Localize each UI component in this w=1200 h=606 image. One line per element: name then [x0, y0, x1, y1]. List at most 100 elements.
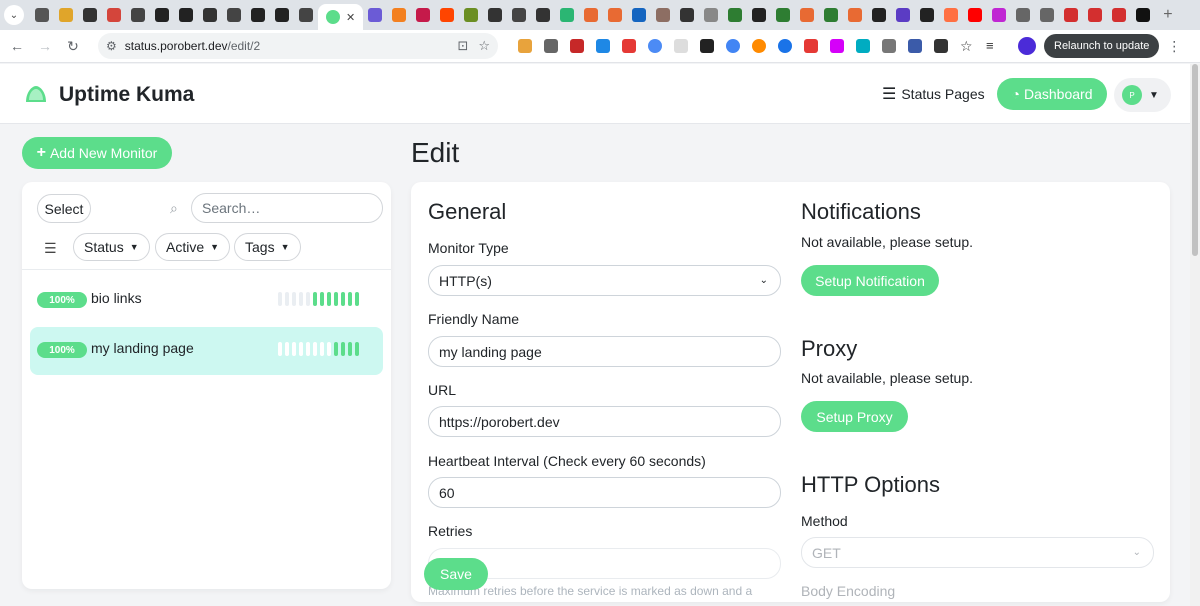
extension-icon[interactable] — [622, 39, 636, 53]
extension-icon[interactable] — [648, 39, 662, 53]
extensions-puzzle-icon[interactable] — [934, 39, 948, 53]
app-title[interactable]: Uptime Kuma — [59, 83, 194, 107]
tab-favicon-icon[interactable] — [59, 8, 73, 22]
tab-favicon-icon[interactable] — [107, 8, 121, 22]
tab-favicon-icon[interactable] — [752, 8, 767, 22]
tab-favicon-icon[interactable] — [1088, 8, 1103, 22]
tab-favicon-icon[interactable] — [251, 8, 265, 22]
extension-icon[interactable] — [544, 39, 558, 53]
tab-favicon-icon[interactable] — [824, 8, 839, 22]
extension-icon[interactable] — [778, 39, 792, 53]
tab-favicon-icon[interactable] — [632, 8, 647, 22]
uptime-kuma-logo-icon[interactable] — [24, 84, 48, 106]
extension-icon[interactable] — [882, 39, 896, 53]
tab-favicon-icon[interactable] — [656, 8, 671, 22]
heartbeat-interval-input[interactable]: 60 — [428, 477, 781, 508]
tags-filter-dropdown[interactable]: Tags ▼ — [234, 233, 301, 261]
tab-favicon-icon[interactable] — [776, 8, 791, 22]
extension-icon[interactable] — [674, 39, 688, 53]
extension-icon[interactable] — [570, 39, 584, 53]
tab-favicon-icon[interactable] — [1016, 8, 1031, 22]
select-button[interactable]: Select — [37, 194, 91, 223]
friendly-name-input[interactable]: my landing page — [428, 336, 781, 367]
address-bar[interactable]: ⚙ status.porobert.dev/edit/2 ⊡ ☆ — [98, 33, 498, 59]
tab-favicon-icon[interactable] — [896, 8, 911, 22]
tab-favicon-icon[interactable] — [848, 8, 863, 22]
tab-favicon-icon[interactable] — [488, 8, 503, 22]
profile-dropdown[interactable]: P ▼ — [1114, 78, 1171, 112]
tab-favicon-icon[interactable] — [920, 8, 935, 22]
extension-icon[interactable] — [830, 39, 844, 53]
tab-favicon-icon[interactable] — [299, 8, 313, 22]
new-tab-icon[interactable]: + — [1163, 6, 1172, 24]
tab-favicon-icon[interactable] — [368, 8, 383, 22]
active-tab[interactable]: ✕ — [318, 4, 364, 30]
tab-favicon-icon[interactable] — [968, 8, 983, 22]
reading-list-icon[interactable]: ≡ — [986, 39, 1000, 53]
dashboard-button[interactable]: ◔ Dashboard — [997, 78, 1107, 110]
extension-icon[interactable] — [908, 39, 922, 53]
tab-favicon-icon[interactable] — [1064, 8, 1079, 22]
tab-favicon-icon[interactable] — [872, 8, 887, 22]
tab-favicon-icon[interactable] — [512, 8, 527, 22]
page-scrollbar[interactable] — [1190, 64, 1200, 606]
url-input[interactable]: https://porobert.dev — [428, 406, 781, 437]
tab-favicon-icon[interactable] — [83, 8, 97, 22]
tab-favicon-icon[interactable] — [227, 8, 241, 22]
tab-favicon-icon[interactable] — [203, 8, 217, 22]
back-arrow-icon[interactable]: ← — [6, 35, 28, 57]
extension-icon[interactable] — [596, 39, 610, 53]
active-filter-dropdown[interactable]: Active ▼ — [155, 233, 231, 261]
tab-favicon-icon[interactable] — [155, 8, 169, 22]
monitor-list-item[interactable]: 100% bio links — [30, 277, 383, 325]
extension-icon[interactable] — [856, 39, 870, 53]
tab-favicon-icon[interactable] — [179, 8, 193, 22]
tab-favicon-icon[interactable] — [680, 8, 695, 22]
bookmarks-star-icon[interactable]: ☆ — [960, 39, 974, 53]
tab-favicon-icon[interactable] — [800, 8, 815, 22]
tab-favicon-icon[interactable] — [584, 8, 599, 22]
extension-icon[interactable] — [518, 39, 532, 53]
tab-close-icon[interactable]: ✕ — [346, 11, 355, 24]
site-info-icon[interactable]: ⚙ — [106, 39, 117, 53]
search-input[interactable] — [191, 193, 383, 223]
tab-favicon-icon[interactable] — [416, 8, 431, 22]
tab-favicon-icon[interactable] — [392, 8, 407, 22]
extension-icon[interactable] — [804, 39, 818, 53]
tab-favicon-icon[interactable] — [1040, 8, 1055, 22]
status-filter-dropdown[interactable]: Status ▼ — [73, 233, 150, 261]
tab-search-button[interactable]: ⌄ — [4, 5, 24, 25]
tab-favicon-icon[interactable] — [992, 8, 1007, 22]
status-pages-link[interactable]: ☰ Status Pages — [882, 84, 985, 104]
extension-icon[interactable] — [700, 39, 714, 53]
tab-favicon-icon[interactable] — [944, 8, 959, 22]
tab-favicon-icon[interactable] — [728, 8, 743, 22]
browser-menu-icon[interactable]: ⋮ — [1167, 38, 1181, 55]
relaunch-button[interactable]: Relaunch to update — [1044, 34, 1160, 58]
save-button[interactable]: Save — [424, 558, 488, 590]
bookmark-star-icon[interactable]: ☆ — [478, 38, 490, 54]
monitor-type-select[interactable]: HTTP(s) ⌄ — [428, 265, 781, 296]
tab-favicon-icon[interactable] — [275, 8, 289, 22]
extension-icon[interactable] — [726, 39, 740, 53]
tab-favicon-icon[interactable] — [536, 8, 551, 22]
tab-favicon-icon[interactable] — [1112, 8, 1127, 22]
reload-icon[interactable]: ↻ — [62, 35, 84, 57]
scrollbar-thumb[interactable] — [1192, 64, 1198, 256]
setup-proxy-button[interactable]: Setup Proxy — [801, 401, 908, 432]
tab-favicon-icon[interactable] — [35, 8, 49, 22]
add-new-monitor-button[interactable]: + Add New Monitor — [22, 137, 172, 169]
tab-favicon-icon[interactable] — [440, 8, 455, 22]
tab-favicon-icon[interactable] — [704, 8, 719, 22]
tab-favicon-icon[interactable] — [1136, 8, 1151, 22]
tab-favicon-icon[interactable] — [464, 8, 479, 22]
setup-notification-button[interactable]: Setup Notification — [801, 265, 939, 296]
forward-arrow-icon[interactable]: → — [34, 35, 56, 57]
tab-favicon-icon[interactable] — [131, 8, 145, 22]
filter-list-icon[interactable]: ☰ — [44, 240, 57, 257]
browser-profile-icon[interactable] — [1018, 37, 1036, 55]
tab-favicon-icon[interactable] — [608, 8, 623, 22]
tab-favicon-icon[interactable] — [560, 8, 575, 22]
install-app-icon[interactable]: ⊡ — [457, 38, 468, 54]
method-select[interactable]: GET ⌄ — [801, 537, 1154, 568]
